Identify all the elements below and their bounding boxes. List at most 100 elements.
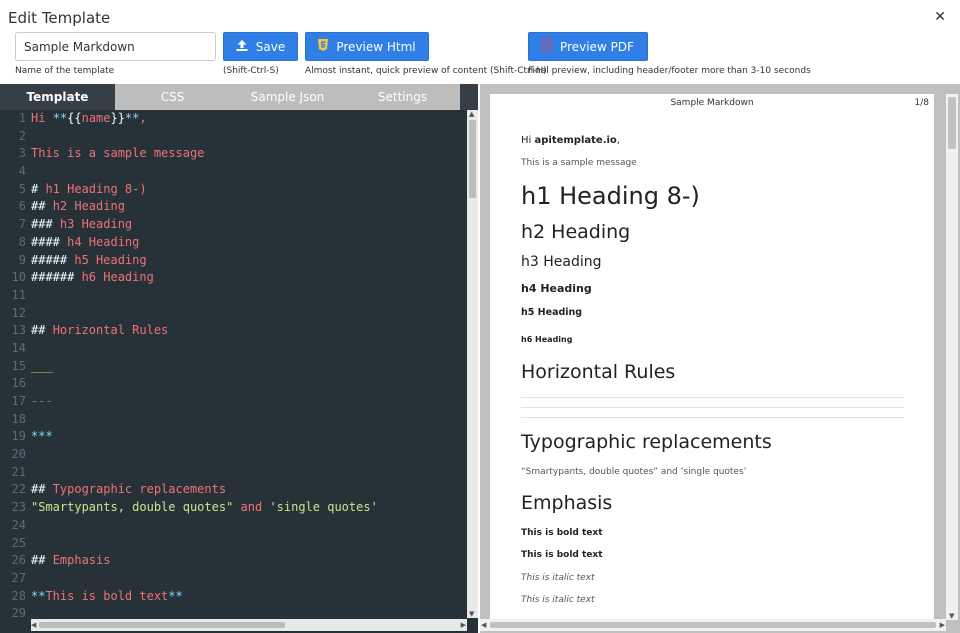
code-line: --- (31, 394, 53, 408)
preview-typo-heading: Typographic replacements (521, 431, 772, 453)
code-line: "Smartypants, double quotes" and 'single… (31, 500, 378, 515)
scroll-right-icon[interactable]: ▶ (940, 621, 945, 629)
preview-h3: h3 Heading (521, 254, 602, 270)
editor-horizontal-scrollbar[interactable]: ◀ ▶ (31, 619, 467, 631)
code-area[interactable]: Hi **{{name}}**, This is a sample message… (31, 110, 467, 623)
code-line: ### h3 Heading (31, 217, 133, 232)
line-number: 28 (11, 588, 26, 603)
preview-pdf-button[interactable]: Preview PDF (528, 32, 648, 61)
horizontal-rule (521, 397, 904, 398)
preview-html-button[interactable]: Preview Html (305, 32, 429, 61)
line-number: 15 (11, 358, 26, 373)
line-number: 19 (11, 429, 26, 444)
code-line: ___ (31, 358, 53, 373)
line-number: 10 (11, 270, 26, 285)
code-line: This is a sample message (31, 146, 205, 161)
code-line: #### h4 Heading (31, 234, 140, 249)
code-line: *** (31, 429, 53, 444)
code-line: ## Typographic replacements (31, 482, 227, 497)
scroll-up-icon[interactable]: ▲ (469, 110, 474, 118)
editor-vertical-scrollbar[interactable]: ▲ ▼ (467, 110, 478, 618)
greeting-name: apitemplate.io (534, 135, 617, 146)
greeting-prefix: Hi (521, 135, 535, 146)
preview-html-button-label: Preview Html (336, 39, 416, 54)
line-number: 4 (18, 164, 26, 179)
preview-italic-text: This is italic text (521, 573, 595, 583)
preview-h4: h4 Heading (521, 282, 592, 295)
code-line: ## Emphasis (31, 553, 111, 568)
scroll-right-icon[interactable]: ▶ (461, 621, 466, 629)
preview-bold-text: This is bold text (521, 528, 603, 538)
preview-vertical-scroll-thumb[interactable] (948, 97, 956, 149)
line-number: 11 (11, 287, 26, 302)
line-number: 21 (11, 464, 26, 479)
line-number: 25 (11, 535, 26, 550)
preview-h2: h2 Heading (521, 221, 631, 243)
preview-html-hint: Almost instant, quick preview of content… (305, 66, 547, 76)
editor-horizontal-scroll-thumb[interactable] (39, 622, 285, 628)
scroll-down-icon[interactable]: ▼ (949, 612, 954, 620)
line-number: 18 (11, 411, 26, 426)
preview-horizontal-scrollbar[interactable]: ◀ ▶ (480, 619, 946, 631)
line-number: 9 (18, 252, 26, 267)
close-icon[interactable]: ✕ (934, 9, 946, 25)
code-line: Hi **{{name}}**, (31, 111, 147, 125)
preview-bold-text: This is bold text (521, 550, 603, 560)
scroll-down-icon[interactable]: ▼ (469, 610, 474, 618)
preview-h6: h6 Heading (521, 335, 573, 344)
line-number: 8 (18, 234, 26, 249)
template-name-hint: Name of the template (15, 66, 115, 76)
tabs-end-cap (460, 84, 478, 110)
template-name-input[interactable] (15, 32, 216, 61)
preview-page: Sample Markdown 1/8 Hi apitemplate.io, T… (490, 94, 934, 619)
line-number: 24 (11, 517, 26, 532)
line-number: 20 (11, 447, 26, 462)
preview-hr-heading: Horizontal Rules (521, 361, 676, 383)
line-number: 1 (18, 111, 26, 125)
preview-greeting: Hi apitemplate.io, (521, 135, 620, 146)
code-line: ## Horizontal Rules (31, 323, 169, 338)
tab-css[interactable]: CSS (115, 84, 230, 110)
line-number: 14 (11, 340, 26, 355)
line-number: 17 (11, 394, 26, 408)
line-number: 16 (11, 376, 26, 391)
preview-message: This is a sample message (521, 158, 637, 168)
preview-horizontal-scroll-thumb[interactable] (490, 622, 936, 628)
tab-sample-json[interactable]: Sample Json (230, 84, 345, 110)
code-line: # h1 Heading 8-) (31, 181, 147, 196)
tab-template[interactable]: Template (0, 84, 115, 110)
preview-vertical-scrollbar[interactable]: ▼ (946, 94, 958, 620)
line-number: 29 (11, 606, 26, 621)
pdf-icon (542, 39, 553, 54)
line-number: 2 (18, 128, 26, 143)
code-editor[interactable]: 1 2 3 4 5 6 7 8 9 10 11 12 13 14 15 16 17 18 19 20 21 22 23 24 2… (0, 110, 478, 633)
save-hint: (Shift-Ctrl-S) (223, 66, 279, 76)
scroll-left-icon[interactable]: ◀ (481, 621, 486, 629)
preview-h1: h1 Heading 8-) (521, 182, 700, 210)
preview-pdf-button-label: Preview PDF (560, 39, 634, 54)
line-number: 7 (18, 217, 26, 232)
line-number: 22 (11, 482, 26, 497)
code-line: ## h2 Heading (31, 199, 125, 214)
preview-h5: h5 Heading (521, 307, 583, 318)
line-number: 3 (18, 146, 26, 161)
save-button[interactable]: Save (223, 32, 298, 61)
editor-tabs: Template CSS Sample Json Settings (0, 84, 478, 110)
scroll-left-icon[interactable]: ◀ (31, 621, 36, 629)
preview-typo-text: “Smartypants, double quotes” and ‘single… (521, 467, 747, 477)
tab-settings[interactable]: Settings (345, 84, 460, 110)
preview-italic-text: This is italic text (521, 595, 595, 605)
line-number: 6 (18, 199, 26, 214)
editor-vertical-scroll-thumb[interactable] (469, 120, 476, 198)
greeting-suffix: , (616, 135, 620, 146)
preview-page-title: Sample Markdown (670, 98, 754, 108)
upload-icon (236, 39, 248, 54)
